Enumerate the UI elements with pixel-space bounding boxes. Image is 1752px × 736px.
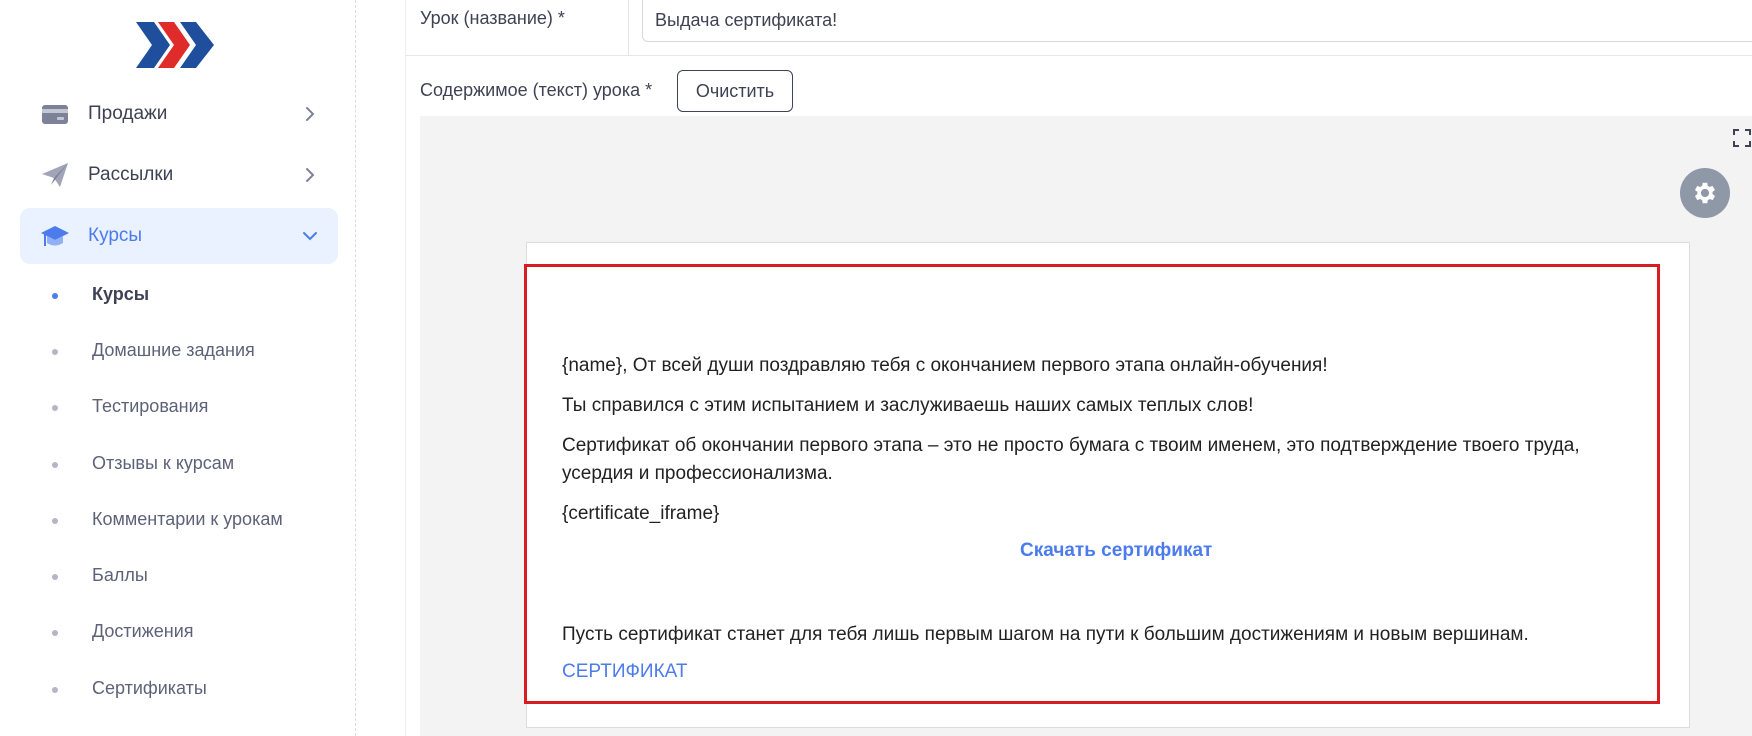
highlight-box bbox=[524, 264, 1660, 704]
menu-label: Курсы bbox=[88, 225, 143, 246]
submenu-label: Отзывы к курсам bbox=[92, 453, 235, 473]
submenu-item-points[interactable]: Баллы bbox=[0, 556, 340, 596]
menu-label: Рассылки bbox=[88, 164, 174, 185]
lesson-title-row: Урок (название) * bbox=[406, 0, 1752, 56]
submenu-item-comments[interactable]: Комментарии к урокам bbox=[0, 500, 340, 540]
menu-item-courses[interactable]: Курсы bbox=[20, 208, 338, 264]
bullet-icon bbox=[52, 574, 58, 580]
menu-label: Продажи bbox=[88, 103, 168, 124]
submenu-label: Баллы bbox=[92, 565, 148, 585]
submenu-item-reviews[interactable]: Отзывы к курсам bbox=[0, 444, 340, 484]
chevron-down-icon bbox=[303, 232, 317, 241]
submenu-item-homework[interactable]: Домашние задания bbox=[0, 331, 340, 371]
submenu-item-courses[interactable]: Курсы bbox=[0, 275, 340, 315]
bullet-icon bbox=[52, 405, 58, 411]
lesson-content-label: Содержимое (текст) урока * bbox=[420, 80, 653, 100]
settings-button[interactable] bbox=[1680, 168, 1730, 218]
submenu-label: Курсы bbox=[92, 284, 150, 304]
chevron-right-icon bbox=[306, 107, 315, 121]
divider bbox=[628, 0, 629, 56]
bullet-icon bbox=[52, 687, 58, 693]
sidebar: Продажи Рассылки Курсы Курсы Домашние за… bbox=[0, 0, 356, 736]
lesson-title-label: Урок (название) * bbox=[420, 8, 565, 28]
submenu-item-tests[interactable]: Тестирования bbox=[0, 387, 340, 427]
gutter bbox=[356, 0, 406, 736]
logo[interactable] bbox=[136, 22, 216, 68]
bullet-icon bbox=[52, 293, 58, 299]
credit-card-icon bbox=[42, 105, 68, 124]
submenu-label: Тестирования bbox=[92, 396, 209, 416]
main-content: Урок (название) * Содержимое (текст) уро… bbox=[406, 0, 1752, 736]
bullet-icon bbox=[52, 630, 58, 636]
clear-button[interactable]: Очистить bbox=[677, 70, 793, 112]
menu-item-mailings[interactable]: Рассылки bbox=[20, 147, 338, 203]
paper-plane-icon bbox=[42, 163, 68, 187]
fullscreen-icon[interactable] bbox=[1732, 128, 1752, 148]
graduation-cap-icon bbox=[41, 226, 69, 246]
gear-icon bbox=[1694, 182, 1716, 204]
submenu-item-achievements[interactable]: Достижения bbox=[0, 612, 340, 652]
submenu-label: Домашние задания bbox=[92, 340, 255, 360]
chevron-right-icon bbox=[306, 168, 315, 182]
editor-area[interactable]: {name}, От всей души поздравляю тебя с о… bbox=[420, 116, 1752, 736]
lesson-title-input[interactable] bbox=[642, 0, 1752, 42]
submenu-item-certificates[interactable]: Сертификаты bbox=[0, 669, 340, 709]
submenu-label: Сертификаты bbox=[92, 678, 207, 698]
submenu-label: Комментарии к урокам bbox=[92, 509, 283, 529]
menu-item-sales[interactable]: Продажи bbox=[20, 86, 338, 142]
bullet-icon bbox=[52, 518, 58, 524]
bullet-icon bbox=[52, 462, 58, 468]
bullet-icon bbox=[52, 349, 58, 355]
submenu-label: Достижения bbox=[92, 621, 194, 641]
